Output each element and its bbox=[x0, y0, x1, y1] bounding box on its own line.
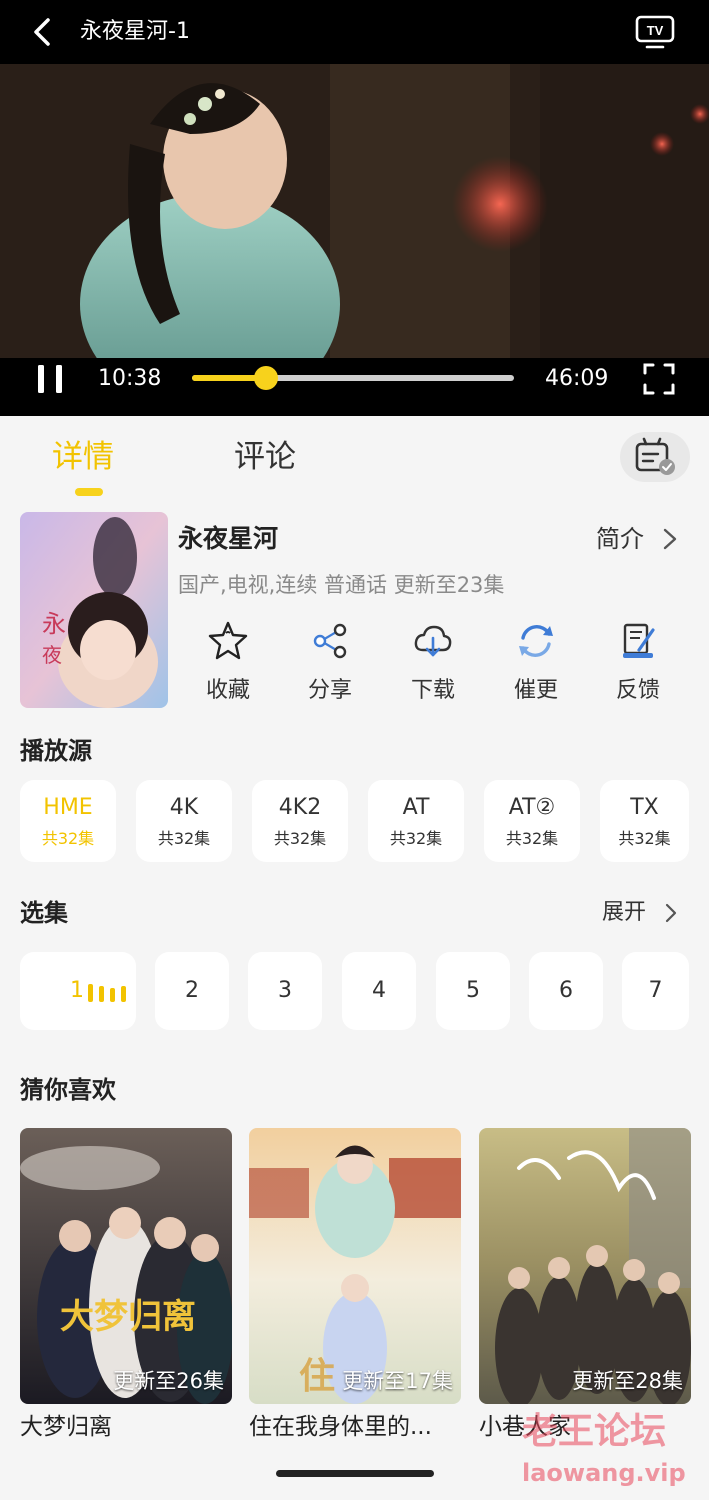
home-indicator[interactable] bbox=[276, 1470, 434, 1477]
show-meta: 国产,电视,连续 普通话 更新至23集 bbox=[178, 573, 505, 597]
episode-3[interactable]: 3 bbox=[248, 952, 322, 1030]
playing-equalizer-icon bbox=[88, 984, 126, 1002]
source-count: 共32集 bbox=[157, 829, 211, 848]
current-time: 10:38 bbox=[98, 366, 162, 391]
share-button[interactable]: 分享 bbox=[290, 620, 370, 712]
share-icon bbox=[313, 623, 347, 659]
recommend-title: 猜你喜欢 bbox=[20, 1076, 116, 1104]
source-name: 4K bbox=[169, 795, 199, 820]
rec-title[interactable]: 住在我身体里的... bbox=[249, 1410, 461, 1444]
total-time: 46:09 bbox=[545, 366, 609, 391]
rec-badge: 更新至28集 bbox=[572, 1369, 683, 1393]
progress-slider[interactable] bbox=[192, 366, 514, 390]
action-label: 分享 bbox=[307, 678, 352, 703]
svg-text:住: 住 bbox=[299, 1355, 335, 1397]
show-title: 永夜星河 bbox=[178, 524, 279, 553]
episode-1[interactable]: 1 bbox=[20, 952, 136, 1030]
rec-badge: 更新至26集 bbox=[113, 1369, 224, 1393]
download-button[interactable]: 下载 bbox=[393, 620, 473, 712]
schedule-button[interactable] bbox=[620, 432, 690, 482]
action-label: 下载 bbox=[410, 678, 455, 703]
pause-icon[interactable] bbox=[36, 364, 64, 394]
svg-text:TV: TV bbox=[647, 23, 664, 38]
tab-comment[interactable]: 评论 bbox=[234, 436, 296, 478]
rec-card-1[interactable]: 大梦归离 更新至26集 bbox=[20, 1128, 232, 1404]
source-count: 共32集 bbox=[273, 829, 327, 848]
source-name: HME bbox=[43, 795, 93, 820]
intro-link[interactable]: 简介 bbox=[596, 520, 644, 558]
source-name: AT② bbox=[508, 795, 556, 820]
rec-badge: 更新至17集 bbox=[342, 1369, 453, 1393]
episode-number: 1 bbox=[70, 978, 84, 1003]
source-name: TX bbox=[630, 795, 659, 820]
favorite-button[interactable]: 收藏 bbox=[188, 620, 268, 712]
urge-update-button[interactable]: 催更 bbox=[496, 620, 576, 712]
rec-poster-image: 大梦归离 bbox=[20, 1128, 232, 1404]
source-name: 4K2 bbox=[278, 795, 322, 820]
feedback-icon bbox=[623, 623, 655, 658]
watermark-text: 老王论坛 bbox=[522, 1411, 667, 1452]
video-frame[interactable] bbox=[0, 64, 709, 358]
episode-7[interactable]: 7 bbox=[622, 952, 689, 1030]
action-label: 收藏 bbox=[205, 678, 250, 703]
rec-card-3[interactable]: 更新至28集 bbox=[479, 1128, 691, 1404]
episode-2[interactable]: 2 bbox=[155, 952, 229, 1030]
action-label: 反馈 bbox=[615, 678, 660, 703]
episode-5[interactable]: 5 bbox=[436, 952, 510, 1030]
chevron-right-icon[interactable] bbox=[662, 902, 680, 924]
active-tab-indicator bbox=[75, 488, 103, 496]
action-label: 催更 bbox=[513, 678, 558, 703]
fullscreen-icon[interactable] bbox=[642, 362, 676, 396]
rec-poster-image: 住 bbox=[249, 1128, 461, 1404]
source-card-4k[interactable]: 4K 共32集 bbox=[136, 780, 232, 862]
watermark-url: laowang.vip bbox=[522, 1459, 686, 1487]
page-title: 永夜星河-1 bbox=[80, 19, 190, 44]
episodes-title: 选集 bbox=[20, 899, 68, 927]
svg-text:大梦归离: 大梦归离 bbox=[60, 1297, 196, 1337]
episode-4[interactable]: 4 bbox=[342, 952, 416, 1030]
episode-6[interactable]: 6 bbox=[529, 952, 603, 1030]
tab-detail[interactable]: 详情 bbox=[52, 436, 114, 478]
svg-text:夜: 夜 bbox=[42, 643, 62, 667]
refresh-icon bbox=[519, 625, 553, 657]
source-count: 共32集 bbox=[505, 829, 559, 848]
video-scene-image bbox=[0, 64, 709, 358]
source-card-4k2[interactable]: 4K2 共32集 bbox=[252, 780, 348, 862]
star-icon bbox=[208, 621, 248, 660]
source-count: 共32集 bbox=[41, 829, 95, 848]
source-count: 共32集 bbox=[618, 829, 671, 848]
svg-text:永: 永 bbox=[42, 610, 66, 638]
rec-card-2[interactable]: 住 更新至17集 bbox=[249, 1128, 461, 1404]
source-card-tx[interactable]: TX 共32集 bbox=[600, 780, 689, 862]
rec-title[interactable]: 大梦归离 bbox=[20, 1410, 112, 1444]
source-count: 共32集 bbox=[389, 829, 443, 848]
expand-link[interactable]: 展开 bbox=[602, 896, 646, 930]
back-arrow-icon[interactable] bbox=[28, 16, 60, 48]
rec-poster-image bbox=[479, 1128, 691, 1404]
chevron-right-icon[interactable] bbox=[660, 527, 680, 551]
progress-knob[interactable] bbox=[254, 366, 279, 390]
feedback-button[interactable]: 反馈 bbox=[598, 620, 678, 712]
cloud-download-icon bbox=[414, 625, 452, 657]
source-card-at[interactable]: AT 共32集 bbox=[368, 780, 464, 862]
sources-title: 播放源 bbox=[20, 737, 92, 765]
poster-image: 永 夜 bbox=[20, 512, 168, 708]
source-name: AT bbox=[402, 795, 430, 820]
tv-cast-icon[interactable]: TV bbox=[635, 14, 675, 50]
source-card-hme[interactable]: HME 共32集 bbox=[20, 780, 116, 862]
calendar-check-icon bbox=[635, 437, 675, 475]
source-card-at2[interactable]: AT② 共32集 bbox=[484, 780, 580, 862]
show-poster[interactable]: 永 夜 bbox=[20, 512, 168, 708]
